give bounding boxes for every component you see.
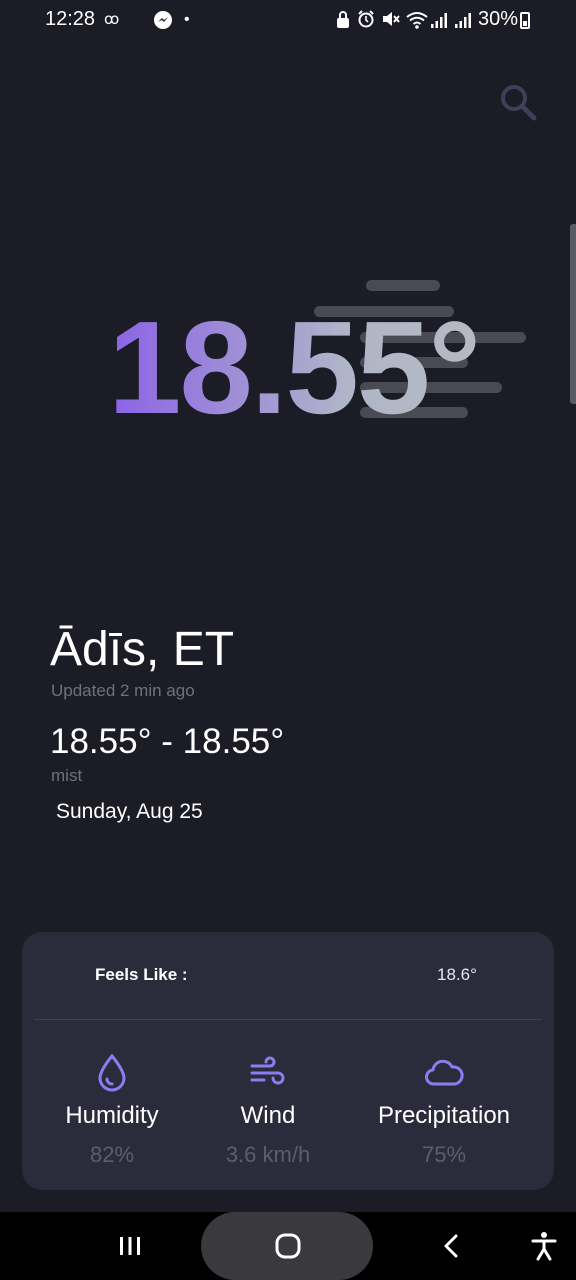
humidity-value: 82% [89,1142,135,1167]
status-bar: 12:28 ꝏ • 30% [0,0,576,42]
home-button[interactable] [258,1212,318,1280]
accessibility-button[interactable] [516,1212,572,1280]
weather-condition: mist [51,766,83,785]
alarm-icon [357,10,375,35]
location-name: Ādīs, ET [50,623,235,676]
humidity-label: Humidity [65,1102,159,1129]
signal-icon [430,11,448,36]
droplet-icon [98,1053,126,1092]
search-icon [501,85,537,121]
back-icon [444,1234,458,1258]
current-date: Sunday, Aug 25 [56,800,203,823]
wifi-icon [405,10,429,37]
updated-time: Updated 2 min ago [51,681,195,700]
search-button[interactable] [496,80,540,124]
precipitation-metric: Precipitation 75% [354,1052,534,1168]
recents-icon [120,1237,140,1255]
back-button[interactable] [422,1212,482,1280]
precipitation-label: Precipitation [377,1102,511,1129]
home-icon [275,1233,301,1259]
weather-screen: 12:28 ꝏ • 30% 18.55° Ādīs, ET Updated 2 … [0,0,576,1280]
dot-icon: • [184,11,190,28]
navigation-bar [0,1212,576,1280]
signal-icon [454,11,472,36]
battery-icon [520,12,530,29]
wind-metric: Wind 3.6 km/h [178,1052,358,1168]
current-temperature: 18.55° [108,294,481,441]
precipitation-value: 75% [421,1142,467,1167]
mute-icon [381,10,401,35]
scroll-indicator[interactable] [570,224,576,404]
lock-icon [336,11,350,36]
accessibility-icon [531,1232,557,1261]
feels-like-label: Feels Like : [95,965,188,984]
wind-value: 3.6 km/h [225,1142,311,1167]
messenger-icon [153,10,173,37]
humidity-metric: Humidity 82% [22,1052,202,1168]
status-time: 12:28 [45,8,96,30]
cloud-icon [425,1059,464,1086]
wind-icon [250,1056,285,1085]
feels-like-value: 18.6° [437,965,477,984]
recents-button[interactable] [100,1212,160,1280]
infinity-icon: ꝏ [104,11,120,28]
battery-percent: 30% [478,8,519,30]
card-divider [34,1019,542,1020]
temperature-range: 18.55° - 18.55° [50,722,285,761]
wind-label: Wind [240,1102,296,1129]
weather-details-card: Feels Like : 18.6° Humidity 82% Wind 3.6… [22,932,554,1190]
